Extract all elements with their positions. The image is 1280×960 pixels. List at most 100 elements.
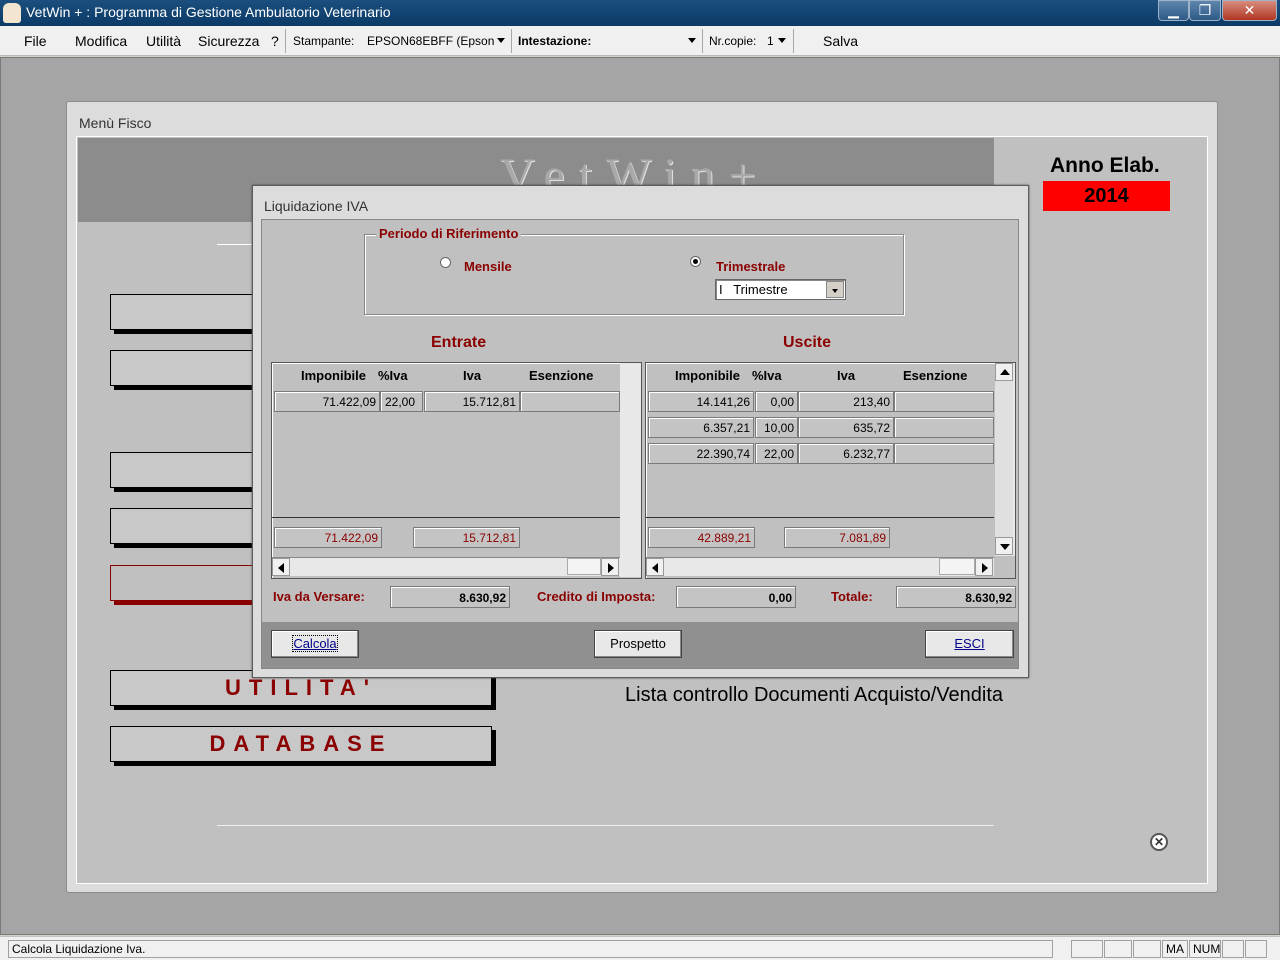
entrate-cell[interactable] bbox=[520, 391, 620, 412]
uscite-cell[interactable]: 22.390,74 bbox=[648, 443, 754, 464]
entrate-cell[interactable]: 15.712,81 bbox=[424, 391, 520, 412]
restore-button[interactable]: ❐ bbox=[1189, 0, 1221, 21]
uscite-vscroll[interactable] bbox=[995, 363, 1015, 556]
scroll-track[interactable] bbox=[995, 381, 1013, 537]
salva-button[interactable]: Salva bbox=[823, 33, 858, 49]
iva-versare-value: 8.630,92 bbox=[390, 586, 510, 608]
entrate-total-iva: 15.712,81 bbox=[413, 527, 520, 548]
scroll-left-icon[interactable] bbox=[272, 558, 290, 576]
uscite-title: Uscite bbox=[783, 334, 832, 351]
divider bbox=[272, 517, 620, 518]
scroll-thumb[interactable] bbox=[567, 558, 601, 575]
entrate-header-imponibile: Imponibile bbox=[301, 368, 366, 383]
entrate-total-imponibile: 71.422,09 bbox=[274, 527, 382, 548]
uscite-cell[interactable]: 10,00 bbox=[755, 417, 798, 438]
trimestre-select[interactable]: I Trimestre bbox=[715, 279, 846, 300]
uscite-header-iva: Iva bbox=[837, 368, 856, 383]
entrate-header-iva-pct: %Iva bbox=[378, 368, 408, 383]
uscite-cell[interactable] bbox=[894, 417, 994, 438]
uscite-cell[interactable]: 6.232,77 bbox=[798, 443, 894, 464]
chevron-down-icon[interactable] bbox=[497, 38, 505, 43]
scroll-right-icon[interactable] bbox=[601, 558, 619, 576]
trimestrale-radio[interactable] bbox=[690, 256, 701, 267]
window-title: VetWin + : Programma di Gestione Ambulat… bbox=[26, 4, 391, 20]
status-bar: Calcola Liquidazione Iva. MA NUM bbox=[0, 936, 1280, 960]
scroll-right-icon[interactable] bbox=[975, 558, 993, 576]
copie-label: Nr.copie: bbox=[709, 34, 757, 48]
chevron-down-icon[interactable] bbox=[778, 38, 786, 43]
menu-sicurezza[interactable]: Sicurezza bbox=[198, 33, 259, 49]
close-icon[interactable]: ✕ bbox=[1150, 833, 1168, 851]
uscite-total-iva: 7.081,89 bbox=[784, 527, 890, 548]
entrate-hscroll[interactable] bbox=[272, 557, 620, 576]
mensile-label: Mensile bbox=[464, 259, 512, 274]
entrate-header-iva: Iva bbox=[463, 368, 482, 383]
credito-imposta-value: 0,00 bbox=[676, 586, 796, 608]
uscite-cell[interactable]: 6.357,21 bbox=[648, 417, 754, 438]
uscite-cell[interactable]: 635,72 bbox=[798, 417, 894, 438]
status-panel bbox=[1133, 940, 1161, 958]
uscite-cell[interactable]: 22,00 bbox=[755, 443, 798, 464]
uscite-header-iva-pct: %Iva bbox=[752, 368, 782, 383]
divider bbox=[646, 517, 994, 518]
uscite-total-imponibile: 42.889,21 bbox=[648, 527, 755, 548]
database-button[interactable]: DATABASE bbox=[110, 726, 492, 762]
stampante-select[interactable]: EPSON68EBFF (Epson bbox=[367, 34, 494, 48]
status-message: Calcola Liquidazione Iva. bbox=[8, 940, 1053, 958]
totale-label: Totale: bbox=[831, 589, 873, 604]
menu-modifica[interactable]: Modifica bbox=[75, 33, 127, 49]
chevron-down-icon[interactable] bbox=[688, 38, 696, 43]
uscite-header-esenzione: Esenzione bbox=[903, 368, 968, 383]
periodo-group bbox=[364, 234, 904, 315]
entrate-title: Entrate bbox=[431, 334, 487, 351]
menu-bar: File Modifica Utilità Sicurezza ? Stampa… bbox=[0, 26, 1280, 72]
prospetto-label: Prospetto bbox=[610, 636, 666, 651]
menu-utilita[interactable]: Utilità bbox=[146, 33, 181, 49]
divider bbox=[217, 825, 994, 826]
scroll-up-icon[interactable] bbox=[995, 363, 1013, 381]
close-button[interactable]: ✕ bbox=[1222, 0, 1277, 21]
esci-button[interactable]: ESCI bbox=[925, 630, 1014, 658]
chevron-down-icon[interactable] bbox=[826, 281, 844, 298]
minimize-button[interactable]: ▁ bbox=[1158, 0, 1189, 21]
separator bbox=[511, 29, 512, 53]
scroll-left-icon[interactable] bbox=[646, 558, 664, 576]
anno-elab-label: Anno Elab. bbox=[1050, 154, 1160, 177]
scroll-thumb[interactable] bbox=[939, 558, 975, 575]
iva-versare-label: Iva da Versare: bbox=[273, 589, 365, 604]
uscite-cell[interactable]: 14.141,26 bbox=[648, 391, 754, 412]
copie-select[interactable]: 1 bbox=[767, 34, 774, 48]
uscite-cell[interactable] bbox=[894, 391, 994, 412]
status-caps: MA bbox=[1162, 940, 1188, 958]
lista-controllo-link[interactable]: Lista controllo Documenti Acquisto/Vendi… bbox=[625, 684, 1003, 707]
intestazione-label: Intestazione: bbox=[518, 34, 592, 48]
calcola-label: Calcola bbox=[292, 635, 338, 652]
prospetto-button[interactable]: Prospetto bbox=[594, 630, 682, 658]
esci-label: ESCI bbox=[954, 636, 985, 651]
periodo-group-title: Periodo di Riferimento bbox=[376, 226, 522, 241]
menu-help[interactable]: ? bbox=[271, 33, 279, 49]
app-icon bbox=[3, 3, 21, 23]
scroll-down-icon[interactable] bbox=[995, 537, 1013, 555]
totale-value: 8.630,92 bbox=[896, 586, 1016, 608]
status-panel bbox=[1071, 940, 1103, 958]
entrate-cell[interactable]: 71.422,09 bbox=[274, 391, 380, 412]
uscite-cell[interactable] bbox=[894, 443, 994, 464]
uscite-cell[interactable]: 0,00 bbox=[755, 391, 798, 412]
separator bbox=[285, 29, 286, 53]
calcola-button[interactable]: Calcola bbox=[271, 630, 359, 658]
uscite-cell[interactable]: 213,40 bbox=[798, 391, 894, 412]
entrate-vscroll[interactable] bbox=[620, 363, 641, 577]
dialog-title: Liquidazione IVA bbox=[264, 198, 369, 214]
menu-file[interactable]: File bbox=[24, 33, 47, 49]
anno-elab-value: 2014 bbox=[1043, 181, 1170, 211]
mensile-radio[interactable] bbox=[440, 257, 451, 268]
status-panel bbox=[1222, 940, 1244, 958]
uscite-hscroll[interactable] bbox=[646, 557, 994, 576]
entrate-cell[interactable]: 22,00 bbox=[380, 391, 423, 412]
status-num: NUM bbox=[1189, 940, 1221, 958]
trimestrale-label: Trimestrale bbox=[716, 259, 786, 274]
status-panel bbox=[1245, 940, 1267, 958]
trimestre-value: I Trimestre bbox=[719, 282, 788, 297]
separator bbox=[702, 29, 703, 53]
